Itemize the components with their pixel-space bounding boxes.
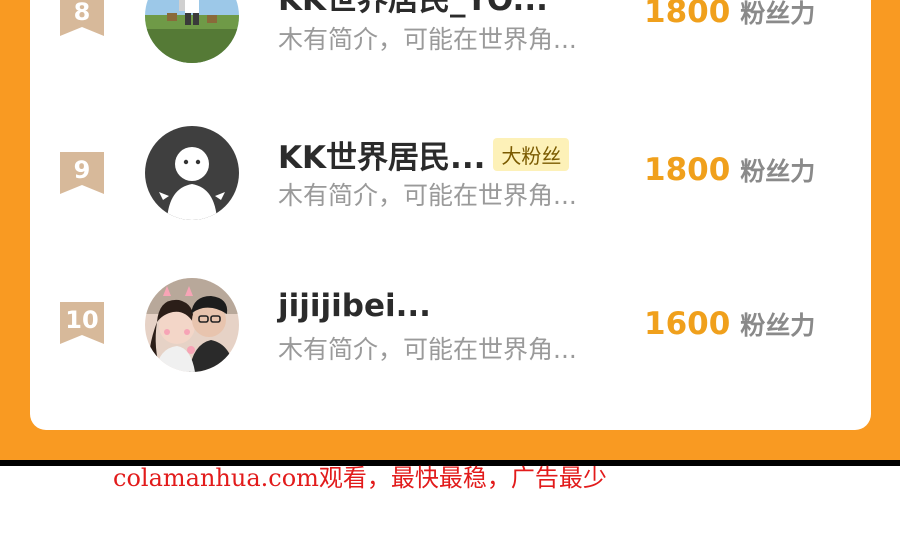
- ranking-row-8[interactable]: 8 KK世界居民_YO... 木有简介，可能在世界角... 1800 粉丝力: [30, 0, 871, 64]
- name-line: jijijibei...: [278, 286, 431, 326]
- user-avatar[interactable]: [145, 278, 239, 372]
- rank-number: 10: [65, 306, 99, 334]
- score-unit: 粉丝力: [740, 311, 816, 340]
- user-name: KK世界居民_YO...: [278, 0, 548, 19]
- fan-score: 1600 粉丝力: [644, 306, 815, 342]
- user-bio: 木有简介，可能在世界角...: [278, 181, 577, 210]
- user-bio: 木有简介，可能在世界角...: [278, 335, 577, 364]
- fan-score: 1800 粉丝力: [644, 152, 815, 188]
- name-line: KK世界居民... 大粉丝: [278, 134, 570, 176]
- score-unit: 粉丝力: [740, 0, 816, 28]
- watermark-text: colamanhua.com观看，最快最稳，广告最少: [113, 464, 607, 492]
- name-line: KK世界居民_YO...: [278, 0, 548, 19]
- rank-badge: 8: [60, 0, 104, 36]
- score-unit: 粉丝力: [740, 157, 816, 186]
- rank-number: 8: [73, 0, 91, 26]
- ranking-card: 8 KK世界居民_YO... 木有简介，可能在世界角... 1800 粉丝力: [30, 0, 871, 430]
- score-value: 1800: [644, 152, 731, 188]
- fan-level-badge: 大粉丝: [493, 137, 570, 171]
- ranking-row-9[interactable]: 9 KK世界居民... 大粉丝 木有简介，可能在世界角... 1800 粉丝力: [30, 118, 871, 220]
- user-avatar[interactable]: [145, 126, 239, 220]
- score-value: 1800: [644, 0, 731, 30]
- ranking-row-10[interactable]: 10 jijijibei... 木有简介，可能在世界角... 1600 粉丝力: [30, 272, 871, 372]
- rank-badge: 9: [60, 152, 104, 194]
- minecraft-scene-icon: [145, 0, 239, 63]
- rank-badge: 10: [60, 302, 104, 344]
- score-value: 1600: [644, 306, 731, 342]
- user-name: KK世界居民...: [278, 139, 486, 176]
- fan-score: 1800 粉丝力: [644, 0, 815, 30]
- user-avatar[interactable]: [145, 0, 239, 63]
- user-bio: 木有简介，可能在世界角...: [278, 25, 577, 54]
- rank-number: 9: [73, 156, 91, 184]
- user-name: jijijibei...: [278, 288, 431, 324]
- couple-photo-icon: [145, 278, 239, 372]
- ghost-icon: [145, 126, 239, 220]
